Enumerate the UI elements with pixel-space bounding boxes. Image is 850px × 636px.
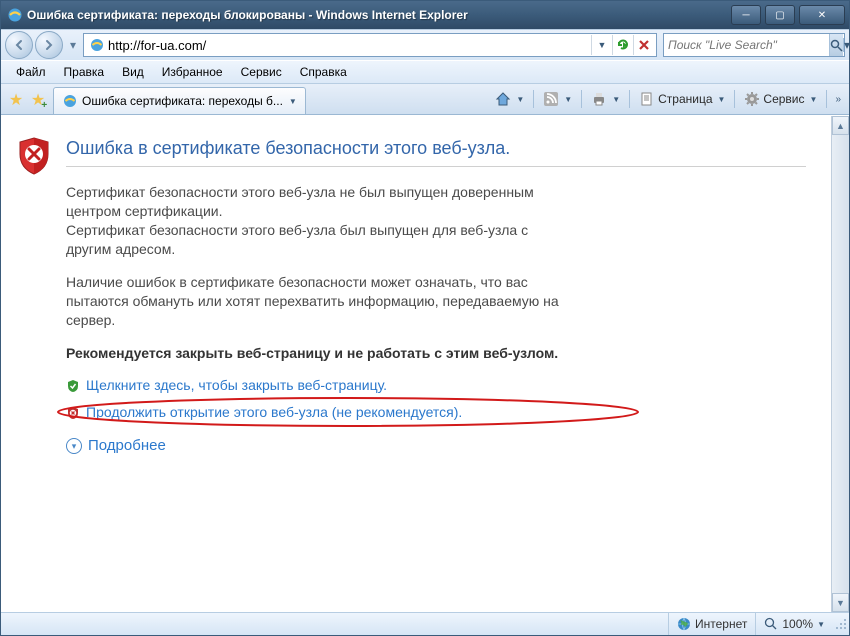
scroll-up-button[interactable]: ▲	[832, 116, 849, 135]
search-input[interactable]	[664, 38, 829, 52]
titlebar: Ошибка сертификата: переходы блокированы…	[1, 1, 849, 29]
tools-menu-label: Сервис	[763, 92, 804, 106]
zoom-value: 100%	[782, 617, 813, 631]
favorites-center-button[interactable]: ★	[5, 89, 27, 111]
tab-list-dropdown[interactable]: ▼	[289, 97, 297, 106]
page-icon	[639, 91, 655, 107]
address-dropdown[interactable]: ▼	[591, 35, 612, 55]
maximize-button[interactable]: ▢	[765, 5, 795, 25]
arrow-right-icon	[43, 39, 55, 51]
certificate-error-page: Ошибка в сертификате безопасности этого …	[1, 116, 831, 612]
forward-button[interactable]	[35, 31, 63, 59]
address-bar: ▼	[83, 33, 657, 57]
cert-p2: Наличие ошибок в сертификате безопасност…	[66, 273, 576, 330]
window-title: Ошибка сертификата: переходы блокированы…	[27, 8, 731, 22]
tab-command-bar: ★ ★ Ошибка сертификата: переходы б... ▼ …	[1, 84, 849, 115]
close-page-link[interactable]: Щелкните здесь, чтобы закрыть веб-страни…	[66, 376, 806, 395]
close-button[interactable]: ✕	[799, 5, 845, 25]
stop-button[interactable]	[633, 35, 654, 55]
feeds-button[interactable]: ▼	[538, 87, 577, 111]
cert-recommend: Рекомендуется закрыть веб-страницу и не …	[66, 344, 576, 363]
star-add-icon: ★	[31, 90, 45, 110]
search-box: ▾	[663, 33, 845, 57]
go-refresh-button[interactable]	[612, 35, 633, 55]
stop-x-icon	[638, 39, 650, 51]
zoom-pane[interactable]: 100% ▼	[755, 613, 833, 635]
vertical-scrollbar[interactable]: ▲ ▼	[831, 116, 849, 612]
tab-active[interactable]: Ошибка сертификата: переходы б... ▼	[53, 87, 306, 114]
menu-file[interactable]: Файл	[7, 62, 55, 82]
ie-logo-icon	[7, 7, 23, 23]
security-zone-pane[interactable]: Интернет	[668, 613, 755, 635]
more-info-toggle[interactable]: ▾ Подробнее	[66, 436, 806, 456]
resize-grip-icon[interactable]	[833, 616, 849, 632]
zoom-icon	[764, 617, 778, 631]
minimize-button[interactable]: ─	[731, 5, 761, 25]
tab-title: Ошибка сертификата: переходы б...	[82, 94, 283, 108]
search-provider-dropdown[interactable]: ▾	[843, 38, 850, 52]
status-bar: Интернет 100% ▼	[1, 612, 849, 635]
home-button[interactable]: ▼	[490, 87, 529, 111]
continue-link-text: Продолжить открытие этого веб-узла (не р…	[86, 403, 462, 422]
cert-error-title: Ошибка в сертификате безопасности этого …	[66, 136, 806, 160]
more-info-label: Подробнее	[88, 436, 166, 456]
back-button[interactable]	[5, 31, 33, 59]
scroll-track[interactable]	[832, 135, 849, 593]
search-go-button[interactable]	[829, 34, 843, 56]
navigation-bar: ▾ ▼ ▾	[1, 29, 849, 60]
command-bar: ▼ ▼ ▼ Страница ▼ Сервис ▼	[490, 87, 845, 111]
add-favorite-button[interactable]: ★	[27, 89, 49, 111]
menu-tools[interactable]: Сервис	[232, 62, 291, 82]
rss-icon	[543, 91, 559, 107]
chevron-down-circle-icon: ▾	[66, 438, 82, 454]
content-area: Ошибка в сертификате безопасности этого …	[1, 115, 849, 612]
divider	[66, 166, 806, 167]
browser-window: Ошибка сертификата: переходы блокированы…	[0, 0, 850, 636]
tools-menu-button[interactable]: Сервис ▼	[739, 87, 822, 111]
cert-p1a: Сертификат безопасности этого веб-узла н…	[66, 184, 534, 219]
tab-ie-icon	[62, 93, 78, 109]
toolbar-overflow-button[interactable]: »	[831, 94, 845, 105]
cert-p1b: Сертификат безопасности этого веб-узла б…	[66, 222, 528, 257]
print-button[interactable]: ▼	[586, 87, 625, 111]
print-icon	[591, 91, 607, 107]
recent-pages-dropdown[interactable]: ▾	[65, 34, 81, 56]
zoom-dropdown[interactable]: ▼	[817, 620, 825, 629]
close-page-link-text: Щелкните здесь, чтобы закрыть веб-страни…	[86, 376, 387, 395]
zone-label: Интернет	[695, 617, 747, 631]
address-input[interactable]	[108, 38, 591, 53]
menu-edit[interactable]: Правка	[55, 62, 114, 82]
star-icon: ★	[9, 90, 23, 110]
search-icon	[830, 39, 843, 52]
refresh-go-icon	[616, 38, 630, 52]
shield-ok-icon	[66, 379, 80, 393]
globe-icon	[677, 617, 691, 631]
page-ie-icon	[89, 37, 105, 53]
shield-warn-icon	[66, 406, 80, 420]
scroll-down-button[interactable]: ▼	[832, 593, 849, 612]
menu-bar: Файл Правка Вид Избранное Сервис Справка	[1, 60, 849, 84]
shield-error-icon	[16, 136, 52, 456]
menu-help[interactable]: Справка	[291, 62, 356, 82]
gear-icon	[744, 91, 760, 107]
page-menu-label: Страница	[658, 92, 712, 106]
home-icon	[495, 91, 511, 107]
arrow-left-icon	[13, 39, 25, 51]
menu-favorites[interactable]: Избранное	[153, 62, 232, 82]
menu-view[interactable]: Вид	[113, 62, 153, 82]
continue-link[interactable]: Продолжить открытие этого веб-узла (не р…	[66, 403, 806, 422]
page-menu-button[interactable]: Страница ▼	[634, 87, 730, 111]
